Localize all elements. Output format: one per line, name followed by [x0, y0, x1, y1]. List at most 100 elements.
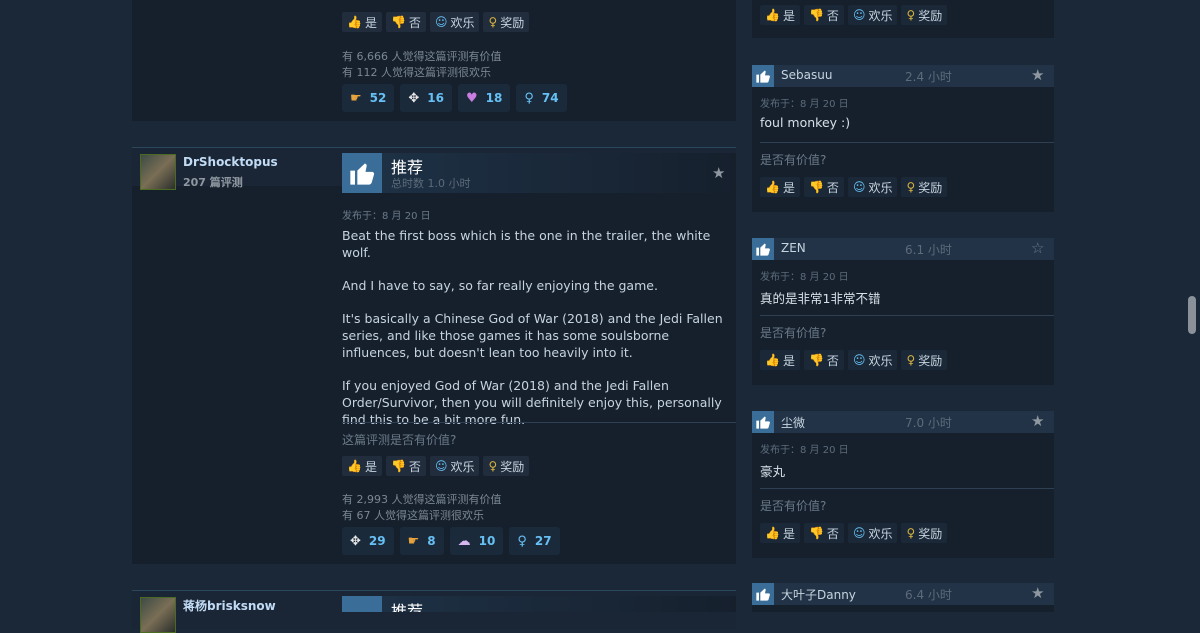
- helpful-count: 有 6,666 人觉得这篇评测有价值: [342, 50, 502, 63]
- thumbs-down-icon: 👎: [390, 459, 406, 473]
- reaction[interactable]: ✥ 29: [342, 527, 394, 555]
- thumbs-down-icon: 👎: [808, 526, 824, 540]
- comments-column: 👍 是 👎 否 ☺ 欢乐 ♀ 奖励 Sebasuu 2.4 小时 ★ 发布于：8 月 2…: [752, 0, 1054, 612]
- award-button[interactable]: ♀ 奖励: [483, 456, 530, 476]
- playtime: 总时数 1.0 小时: [391, 177, 471, 190]
- award-icon: ♀: [488, 459, 498, 473]
- author-name[interactable]: DrShocktopus: [183, 155, 278, 169]
- vote-no-button[interactable]: 👎 否: [803, 523, 844, 543]
- helpful-question: 是否有价值?: [760, 326, 827, 340]
- vote-no-button[interactable]: 👎 否: [803, 350, 844, 370]
- hand-point-icon: ☛: [350, 90, 362, 106]
- recommendation-title: 推荐: [391, 602, 424, 612]
- reaction[interactable]: ☛ 8: [399, 527, 444, 555]
- vote-no-button[interactable]: 👎 否: [803, 5, 844, 25]
- thumbs-up-icon: 👍: [347, 15, 362, 29]
- review-paragraph: And I have to say, so far really enjoyin…: [342, 278, 658, 293]
- winged-icon: ✥: [350, 533, 361, 549]
- comment-header: 大叶子Danny 6.4 小时 ★: [752, 583, 1054, 605]
- thumbs-up-icon: [752, 238, 774, 260]
- avatar[interactable]: [140, 597, 176, 633]
- vote-funny-button[interactable]: ☺ 欢乐: [847, 523, 898, 543]
- award-button[interactable]: ♀ 奖励: [901, 177, 948, 197]
- comment-card: ZEN 6.1 小时 ☆ 发布于：8 月 20 日 真的是非常1非常不错 是否有…: [752, 238, 1054, 385]
- star-icon[interactable]: ★: [1031, 584, 1044, 602]
- commenter-name[interactable]: 大叶子Danny: [781, 586, 856, 603]
- posted-date: 发布于：8 月 20 日: [342, 211, 431, 222]
- reaction[interactable]: ☛ 52: [342, 84, 395, 112]
- vote-yes-button[interactable]: 👍 是: [760, 177, 800, 197]
- divider: [760, 142, 1054, 143]
- thumbs-up-icon: [342, 596, 382, 612]
- smiley-icon: ☺: [852, 8, 866, 22]
- comment-text: foul monkey :): [760, 115, 851, 130]
- thumbs-up-icon: [752, 65, 774, 87]
- vote-buttons: 👍 是 👎 否 ☺ 欢乐 ♀ 奖励: [342, 456, 530, 476]
- vote-funny-button[interactable]: ☺ 欢乐: [847, 177, 898, 197]
- review-column: 👍 是 👎 否 ☺ 欢乐 ♀ 奖励 有 6,666 人觉得这篇评测有价值 有 112 人…: [132, 0, 736, 633]
- vote-yes-button[interactable]: 👍 是: [342, 456, 382, 476]
- review-paragraph: It's basically a Chinese God of War (201…: [342, 311, 723, 360]
- heart-icon: ♥: [465, 90, 478, 106]
- thumbs-up-icon: [752, 411, 774, 433]
- vote-no-button[interactable]: 👎 否: [803, 177, 844, 197]
- award-icon: ♀: [906, 8, 916, 22]
- vote-buttons: 👍 是 👎 否 ☺ 欢乐 ♀ 奖励: [760, 177, 948, 197]
- divider: [342, 422, 736, 423]
- vote-funny-button[interactable]: ☺ 欢乐: [429, 12, 480, 32]
- star-icon[interactable]: ★: [1031, 66, 1044, 84]
- vote-buttons: 👍 是 👎 否 ☺ 欢乐 ♀ 奖励: [760, 523, 948, 543]
- reaction[interactable]: ✥ 16: [400, 84, 452, 112]
- star-icon[interactable]: ★: [712, 164, 725, 182]
- thumbs-down-icon: 👎: [808, 180, 824, 194]
- reaction-row: ☛ 52 ✥ 16 ♥ 18 ♀ 74: [342, 84, 567, 112]
- commenter-name[interactable]: ZEN: [781, 241, 806, 255]
- award-icon: ♀: [906, 526, 916, 540]
- commenter-name[interactable]: Sebasuu: [781, 68, 832, 82]
- vote-yes-button[interactable]: 👍 是: [760, 350, 800, 370]
- vote-funny-button[interactable]: ☺ 欢乐: [429, 456, 480, 476]
- comment-hours: 6.4 小时: [905, 588, 952, 602]
- review-card-main: DrShocktopus 207 篇评测 推荐 总时数 1.0 小时 ★ 发布于…: [132, 147, 736, 564]
- scrollbar-thumb[interactable]: [1188, 296, 1196, 334]
- reaction[interactable]: ♀ 27: [509, 527, 560, 555]
- divider: [760, 488, 1054, 489]
- review-paragraph: Beat the first boss which is the one in …: [342, 228, 711, 260]
- divider: [760, 315, 1054, 316]
- comment-header: 尘微 7.0 小时 ★: [752, 411, 1054, 433]
- vote-no-button[interactable]: 👎 否: [385, 456, 426, 476]
- award-button[interactable]: ♀ 奖励: [901, 5, 948, 25]
- star-outline-icon[interactable]: ☆: [1031, 239, 1044, 257]
- award-button[interactable]: ♀ 奖励: [901, 350, 948, 370]
- reaction[interactable]: ☁ 10: [449, 527, 504, 555]
- posted-date: 发布于：8 月 20 日: [760, 445, 849, 456]
- thumbs-up-icon: 👍: [765, 8, 780, 22]
- vote-funny-button[interactable]: ☺ 欢乐: [847, 5, 898, 25]
- award-button[interactable]: ♀ 奖励: [901, 523, 948, 543]
- review-card-bottom: 蒋杨brisksnow 推荐: [132, 590, 736, 633]
- author-name[interactable]: 蒋杨brisksnow: [183, 597, 276, 614]
- commenter-name[interactable]: 尘微: [781, 414, 805, 431]
- award-button[interactable]: ♀ 奖励: [483, 12, 530, 32]
- reaction[interactable]: ♀ 74: [516, 84, 567, 112]
- vote-no-button[interactable]: 👎 否: [385, 12, 426, 32]
- smiley-icon: ☺: [852, 353, 866, 367]
- comment-hours: 6.1 小时: [905, 243, 952, 257]
- thumbs-up-icon: 👍: [765, 180, 780, 194]
- reaction[interactable]: ♥ 18: [457, 84, 511, 112]
- vote-funny-button[interactable]: ☺ 欢乐: [847, 350, 898, 370]
- award-icon: ♀: [906, 180, 916, 194]
- vote-yes-button[interactable]: 👍 是: [342, 12, 382, 32]
- vote-yes-button[interactable]: 👍 是: [760, 5, 800, 25]
- vote-buttons: 👍 是 👎 否 ☺ 欢乐 ♀ 奖励: [760, 5, 948, 25]
- recommendation-bar[interactable]: 推荐 总时数 1.0 小时: [342, 153, 736, 193]
- recommendation-bar[interactable]: 推荐: [342, 596, 736, 612]
- avatar[interactable]: [140, 154, 176, 190]
- author-review-count[interactable]: 207 篇评测: [183, 174, 243, 190]
- reaction-row: ✥ 29 ☛ 8 ☁ 10 ♀ 27: [342, 527, 560, 555]
- star-icon[interactable]: ★: [1031, 412, 1044, 430]
- thumbs-down-icon: 👎: [808, 353, 824, 367]
- vote-yes-button[interactable]: 👍 是: [760, 523, 800, 543]
- award-ribbon-icon: ♀: [524, 90, 534, 106]
- comment-hours: 2.4 小时: [905, 70, 952, 84]
